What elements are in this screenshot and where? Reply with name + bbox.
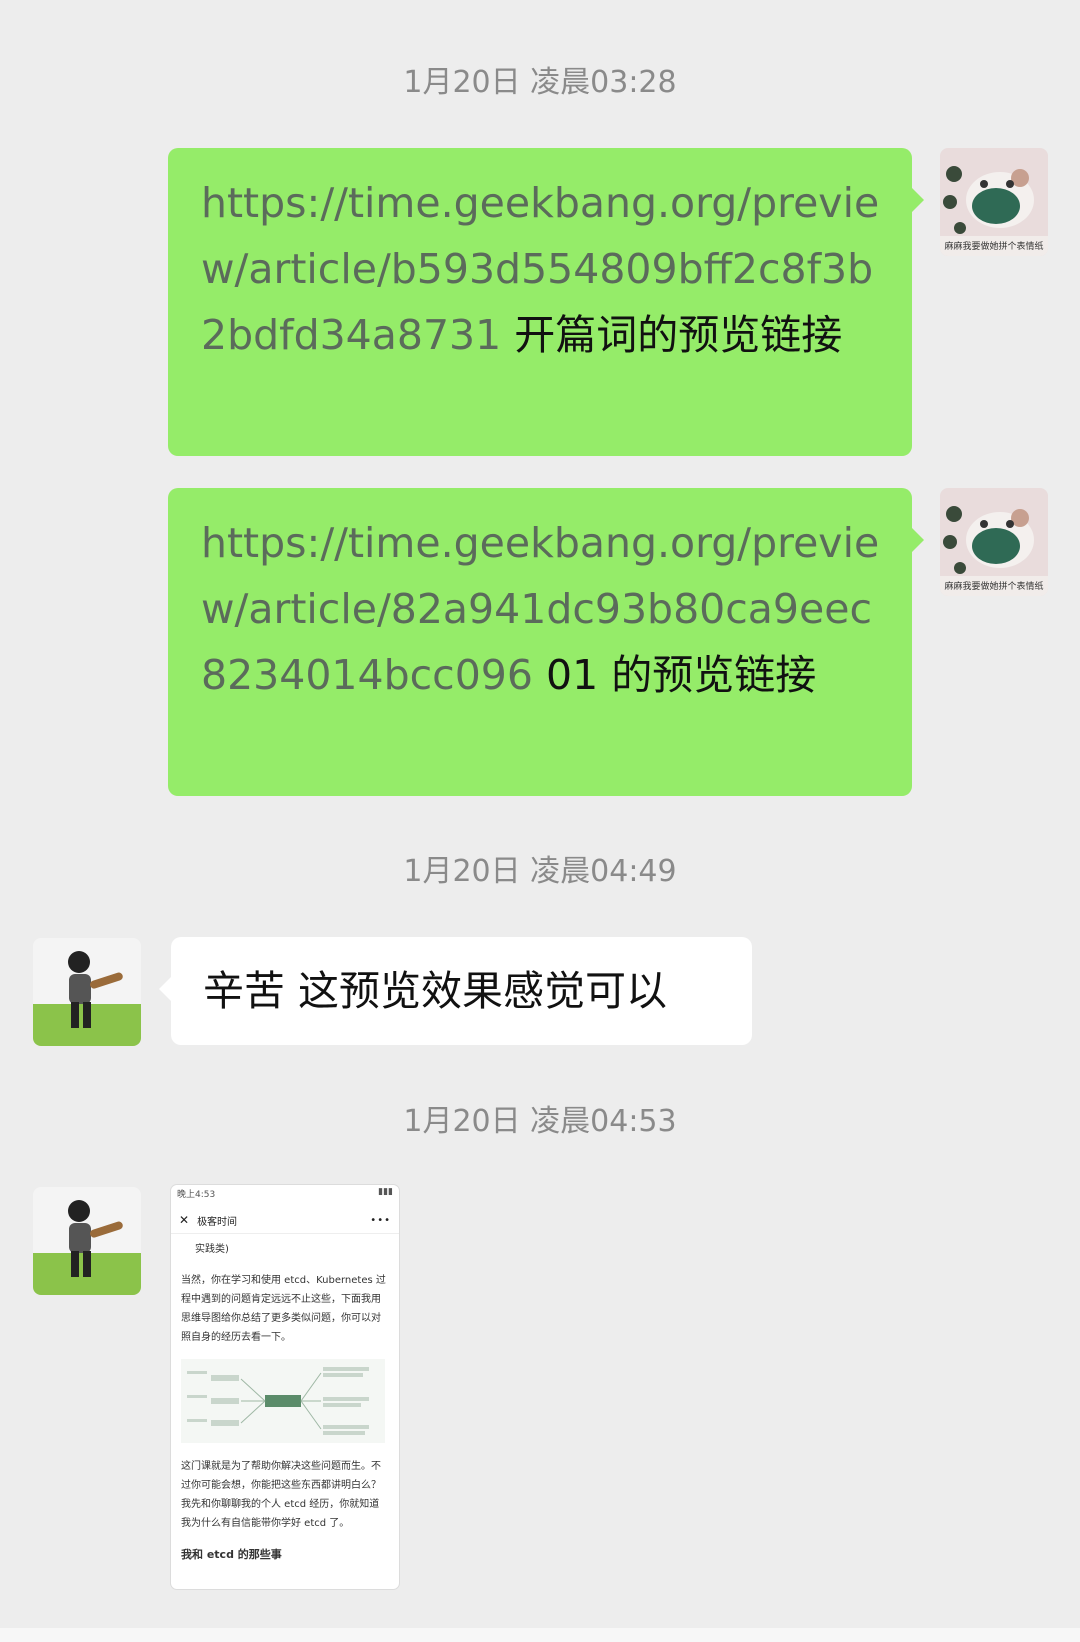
timestamp: 1月20日 凌晨04:49	[403, 854, 677, 889]
screenshot-title: 极客时间	[197, 1216, 238, 1228]
input-bar-edge	[0, 1628, 1080, 1642]
message-bubble[interactable]: 辛苦 这预览效果感觉可以	[159, 937, 752, 1045]
more-icon: •••	[370, 1214, 391, 1226]
message-text: 01 的预览链接	[532, 651, 817, 699]
avatar-caption: 麻麻我要做她拼个表情纸	[944, 580, 1043, 592]
screenshot-heading: 我和 etcd 的那些事	[181, 1548, 282, 1561]
avatar-self[interactable]: 麻麻我要做她拼个表情纸	[940, 488, 1048, 596]
screenshot-line: 实践类)	[195, 1244, 229, 1255]
timestamp: 1月20日 凌晨04:53	[403, 1104, 677, 1139]
screenshot-header: ✕ 极客时间 •••	[171, 1207, 399, 1234]
avatar-other[interactable]	[33, 1187, 141, 1295]
timestamp: 1月20日 凌晨03:28	[403, 65, 677, 100]
close-icon: ✕	[179, 1213, 190, 1227]
battery-icon: ▮▮▮	[378, 1187, 393, 1197]
message-text: 辛苦 这预览效果感觉可以	[203, 967, 668, 1015]
screenshot-paragraph: 这门课就是为了帮助你解决这些问题而生。不过你可能会想，你能把这些东西都讲明白么？…	[181, 1461, 381, 1529]
image-message[interactable]: 晚上4:53 ▮▮▮ ✕ 极客时间 ••• 实践类) 当然，你在学习和使用 et…	[171, 1185, 399, 1589]
mindmap-thumbnail	[181, 1359, 385, 1443]
avatar-self[interactable]: 麻麻我要做她拼个表情纸	[940, 148, 1048, 256]
avatar-caption: 麻麻我要做她拼个表情纸	[944, 240, 1043, 252]
message-bubble[interactable]: https://time.geekbang.org/preview/articl…	[168, 488, 924, 796]
screenshot-body: 实践类) 当然，你在学习和使用 etcd、Kubernetes 过程中遇到的问题…	[171, 1234, 399, 1582]
avatar-other[interactable]	[33, 938, 141, 1046]
screenshot-paragraph: 当然，你在学习和使用 etcd、Kubernetes 过程中遇到的问题肯定远远不…	[181, 1275, 386, 1343]
message-bubble[interactable]: https://time.geekbang.org/preview/articl…	[168, 148, 924, 456]
message-text: 开篇词的预览链接	[501, 311, 843, 359]
screenshot-status-time: 晚上4:53	[177, 1190, 216, 1200]
screenshot-status-bar: 晚上4:53 ▮▮▮	[171, 1185, 399, 1207]
